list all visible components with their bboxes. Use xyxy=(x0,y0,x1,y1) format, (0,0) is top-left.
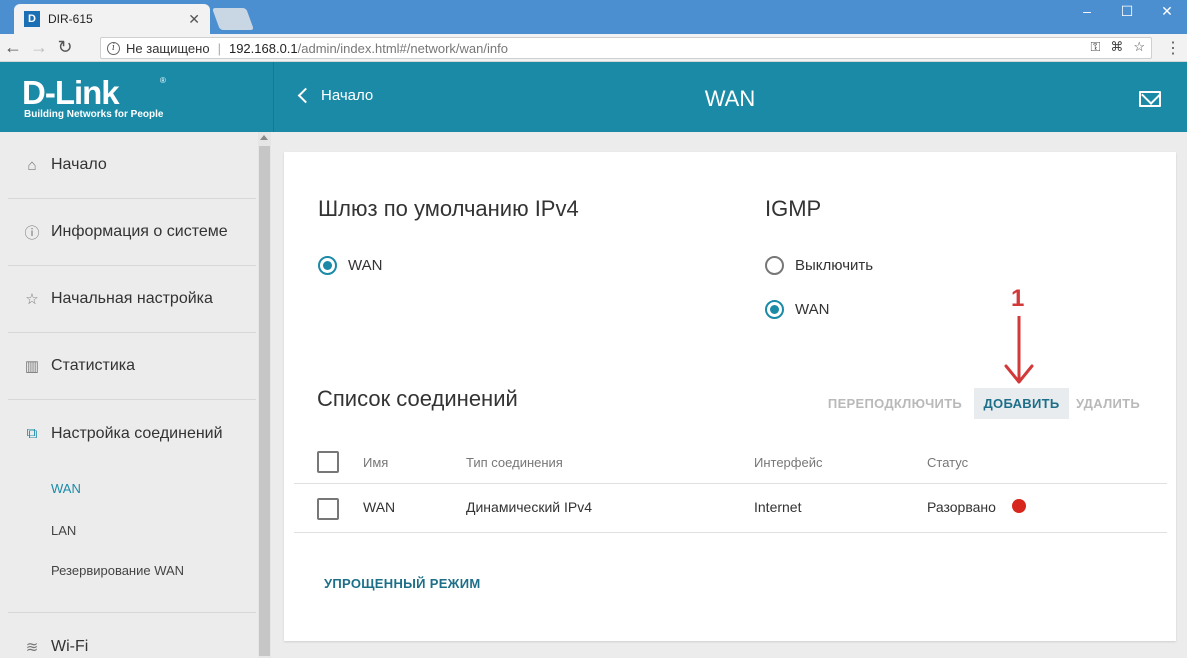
radio-label: WAN xyxy=(795,301,830,318)
status-disconnected-icon xyxy=(1012,499,1026,513)
stats-icon: ▥ xyxy=(24,358,40,375)
header-name: Имя xyxy=(363,455,389,470)
connections-list-title: Список соединений xyxy=(317,386,518,411)
new-tab-button[interactable] xyxy=(211,8,255,30)
header-interface: Интерфейс xyxy=(754,455,823,470)
back-arrow-icon[interactable]: ← xyxy=(0,35,26,61)
sidebar-item-label: Информация о системе xyxy=(51,223,228,240)
delete-button[interactable]: УДАЛИТЬ xyxy=(1073,388,1143,419)
browser-tab-bar: D DIR-615 ✕ – ☐ ✕ xyxy=(0,0,1187,34)
scrollbar-thumb[interactable] xyxy=(259,146,270,656)
header-type: Тип соединения xyxy=(466,455,563,470)
sidebar-item-connections[interactable]: ⧉ Настройка соединений xyxy=(8,400,256,467)
dlink-favicon-icon: D xyxy=(24,11,40,27)
cell-status: Разорвано xyxy=(927,499,996,515)
omnibox-icons: ⚿ ⌘ ☆ xyxy=(1090,39,1145,55)
sidebar: ⌂ Начало ⓘ Информация о системе ☆ Началь… xyxy=(0,132,274,658)
sidebar-item-label: Настройка соединений xyxy=(51,424,223,442)
igmp-radio-wan[interactable]: WAN xyxy=(765,300,829,319)
connections-icon: ⧉ xyxy=(26,425,38,442)
simple-mode-link[interactable]: УПРОЩЕННЫЙ РЕЖИМ xyxy=(324,576,480,591)
reload-icon[interactable]: ↻ xyxy=(52,35,78,61)
translate-icon[interactable]: ⌘ xyxy=(1110,39,1123,55)
browser-menu-icon[interactable]: ⋮ xyxy=(1165,38,1181,58)
sidebar-item-label: Начальная настройка xyxy=(51,290,213,307)
back-to-home-link[interactable]: Начало xyxy=(296,87,373,104)
window-controls: – ☐ ✕ xyxy=(1067,0,1187,22)
close-window-icon[interactable]: ✕ xyxy=(1147,0,1187,22)
cell-interface: Internet xyxy=(754,499,802,515)
sidebar-item-statistics[interactable]: ▥ Статистика xyxy=(8,333,256,400)
maximize-icon[interactable]: ☐ xyxy=(1107,0,1147,22)
back-link-label: Начало xyxy=(321,87,374,104)
sidebar-subitem-wan-backup[interactable]: Резервирование WAN xyxy=(8,551,256,613)
sidebar-item-system-info[interactable]: ⓘ Информация о системе xyxy=(8,199,256,266)
wan-settings-card: Шлюз по умолчанию IPv4 WAN IGMP Выключит… xyxy=(284,152,1176,641)
sidebar-item-home[interactable]: ⌂ Начало xyxy=(8,132,256,199)
radio-checked-icon xyxy=(318,256,337,275)
add-connection-button[interactable]: ДОБАВИТЬ xyxy=(974,388,1069,419)
igmp-radio-off[interactable]: Выключить xyxy=(765,256,873,275)
address-separator: | xyxy=(217,40,221,56)
cell-type: Динамический IPv4 xyxy=(466,499,593,515)
sidebar-item-label: Начало xyxy=(51,156,107,173)
header-status: Статус xyxy=(927,455,969,470)
sidebar-subitem-lan[interactable]: LAN xyxy=(8,509,256,551)
sidebar-item-label: Статистика xyxy=(51,357,136,374)
igmp-title: IGMP xyxy=(765,196,822,221)
bookmark-star-icon[interactable]: ☆ xyxy=(1133,39,1145,55)
radio-checked-icon xyxy=(765,300,784,319)
annotation-arrow-icon xyxy=(1004,316,1034,384)
page-title: WAN xyxy=(704,86,756,111)
annotation-number: 1 xyxy=(1011,285,1025,312)
close-tab-icon[interactable]: ✕ xyxy=(188,11,200,28)
radio-label: WAN xyxy=(348,257,383,274)
row-checkbox[interactable] xyxy=(317,498,339,520)
minimize-icon[interactable]: – xyxy=(1067,0,1107,22)
tab-title: DIR-615 xyxy=(48,12,93,26)
select-all-checkbox[interactable] xyxy=(317,451,339,473)
app-header: D-Link ® Building Networks for People На… xyxy=(0,62,1187,132)
radio-label: Выключить xyxy=(795,257,874,274)
key-icon[interactable]: ⚿ xyxy=(1090,39,1100,55)
site-info-icon[interactable]: i xyxy=(107,41,120,55)
url-path: /admin/index.html#/network/wan/info xyxy=(297,40,508,56)
browser-toolbar: ← → ↻ i Не защищено | 192.168.0.1 /admin… xyxy=(0,34,1187,62)
home-icon: ⌂ xyxy=(27,156,37,174)
browser-tab[interactable]: D DIR-615 ✕ xyxy=(14,4,210,34)
address-bar[interactable]: i Не защищено | 192.168.0.1 /admin/index… xyxy=(100,37,1152,59)
cell-name: WAN xyxy=(363,499,396,515)
radio-unchecked-icon xyxy=(765,256,784,275)
sidebar-subitem-wan[interactable]: WAN xyxy=(8,467,256,509)
sidebar-item-initial-setup[interactable]: ☆ Начальная настройка xyxy=(8,266,256,333)
sidebar-menu: ⌂ Начало ⓘ Информация о системе ☆ Началь… xyxy=(8,132,256,658)
gateway-title: Шлюз по умолчанию IPv4 xyxy=(318,196,579,221)
url-host: 192.168.0.1 xyxy=(228,40,298,56)
sidebar-item-wifi[interactable]: ≋ Wi-Fi xyxy=(8,613,256,658)
info-icon: ⓘ xyxy=(24,224,40,242)
dlink-logo: D-Link ® Building Networks for People xyxy=(0,62,274,132)
mail-icon[interactable] xyxy=(1139,91,1161,107)
connections-table-header: Имя Тип соединения Интерфейс Статус xyxy=(294,440,1167,484)
table-row[interactable]: WAN Динамический IPv4 Internet Разорвано xyxy=(294,484,1167,533)
reconnect-button[interactable]: ПЕРЕПОДКЛЮЧИТЬ xyxy=(820,388,970,419)
wifi-icon: ≋ xyxy=(25,638,39,656)
star-icon: ☆ xyxy=(25,291,39,308)
security-label: Не защищено xyxy=(126,40,210,56)
sidebar-item-label: Wi-Fi xyxy=(51,637,89,655)
gateway-radio-wan[interactable]: WAN xyxy=(318,256,382,275)
sidebar-scrollbar[interactable] xyxy=(258,132,271,658)
registered-mark-icon: ® xyxy=(160,76,166,85)
chevron-left-icon xyxy=(297,87,314,104)
forward-arrow-icon[interactable]: → xyxy=(26,35,52,61)
logo-tagline: Building Networks for People xyxy=(24,109,164,120)
logo-text: D-Link xyxy=(22,74,120,111)
scroll-up-icon[interactable] xyxy=(260,135,268,140)
